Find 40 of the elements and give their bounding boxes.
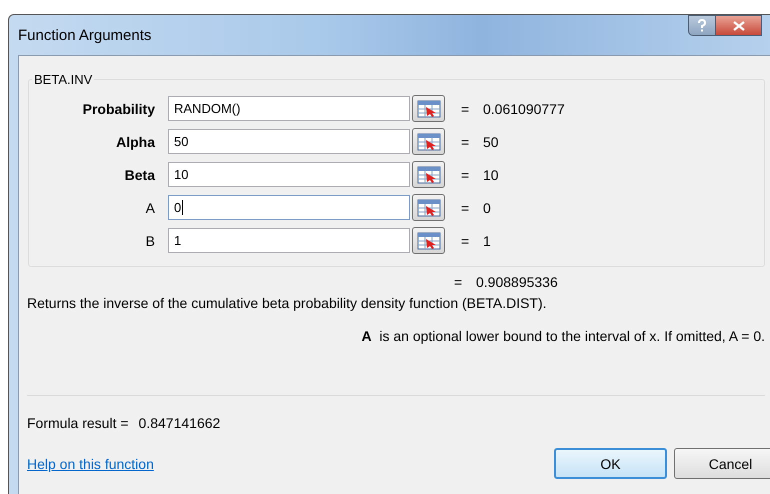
- argument-label: B: [144, 232, 155, 248]
- argument-label: Probability: [82, 100, 155, 116]
- argument-label: Alpha: [115, 134, 155, 150]
- argument-result: 50: [483, 134, 499, 150]
- argument-result: 0: [483, 200, 491, 216]
- argument-label: Beta: [124, 166, 155, 182]
- help-button[interactable]: [688, 15, 716, 36]
- argument-field[interactable]: RANDOM(): [168, 96, 410, 121]
- range-picker-button[interactable]: [412, 95, 445, 122]
- help-link[interactable]: Help on this function: [27, 456, 554, 472]
- close-button[interactable]: [716, 15, 762, 36]
- equals-sign: =: [461, 200, 470, 216]
- equals-sign: =: [454, 274, 464, 290]
- equals-sign: =: [461, 232, 470, 248]
- argument-field[interactable]: 1: [168, 228, 410, 253]
- window-title: Function Arguments: [18, 26, 152, 44]
- argument-result: 0.061090777: [483, 100, 565, 116]
- range-picker-button[interactable]: [412, 128, 445, 155]
- dialog-button[interactable]: Cancel: [674, 448, 770, 479]
- function-name: BETA.INV: [33, 72, 94, 87]
- help-icon: [697, 19, 707, 32]
- argument-description: A is an optional lower bound to the interval of x. If omitted, A = 0.: [360, 328, 765, 344]
- equals-sign: =: [461, 134, 470, 150]
- dialog-button[interactable]: OK: [554, 448, 667, 479]
- function-description: Returns the inverse of the cumulative beta probability density function (BETA.DIST).: [27, 295, 548, 311]
- close-icon: [732, 20, 744, 30]
- argument-field[interactable]: 10: [168, 162, 410, 187]
- equals-sign: =: [461, 100, 470, 116]
- formula-result-label: Formula result =: [27, 415, 129, 431]
- formula-result-value: 0.847141662: [138, 415, 220, 431]
- range-picker-button[interactable]: [412, 194, 445, 221]
- argument-result: 10: [483, 166, 499, 182]
- range-picker-button[interactable]: [412, 227, 445, 254]
- argument-field[interactable]: 0: [168, 195, 410, 220]
- argument-label: A: [144, 200, 155, 216]
- function-result: 0.908895336: [476, 274, 558, 290]
- equals-sign: =: [461, 166, 470, 182]
- range-picker-button[interactable]: [412, 161, 445, 188]
- argument-result: 1: [483, 232, 491, 248]
- argument-field[interactable]: 50: [168, 129, 410, 154]
